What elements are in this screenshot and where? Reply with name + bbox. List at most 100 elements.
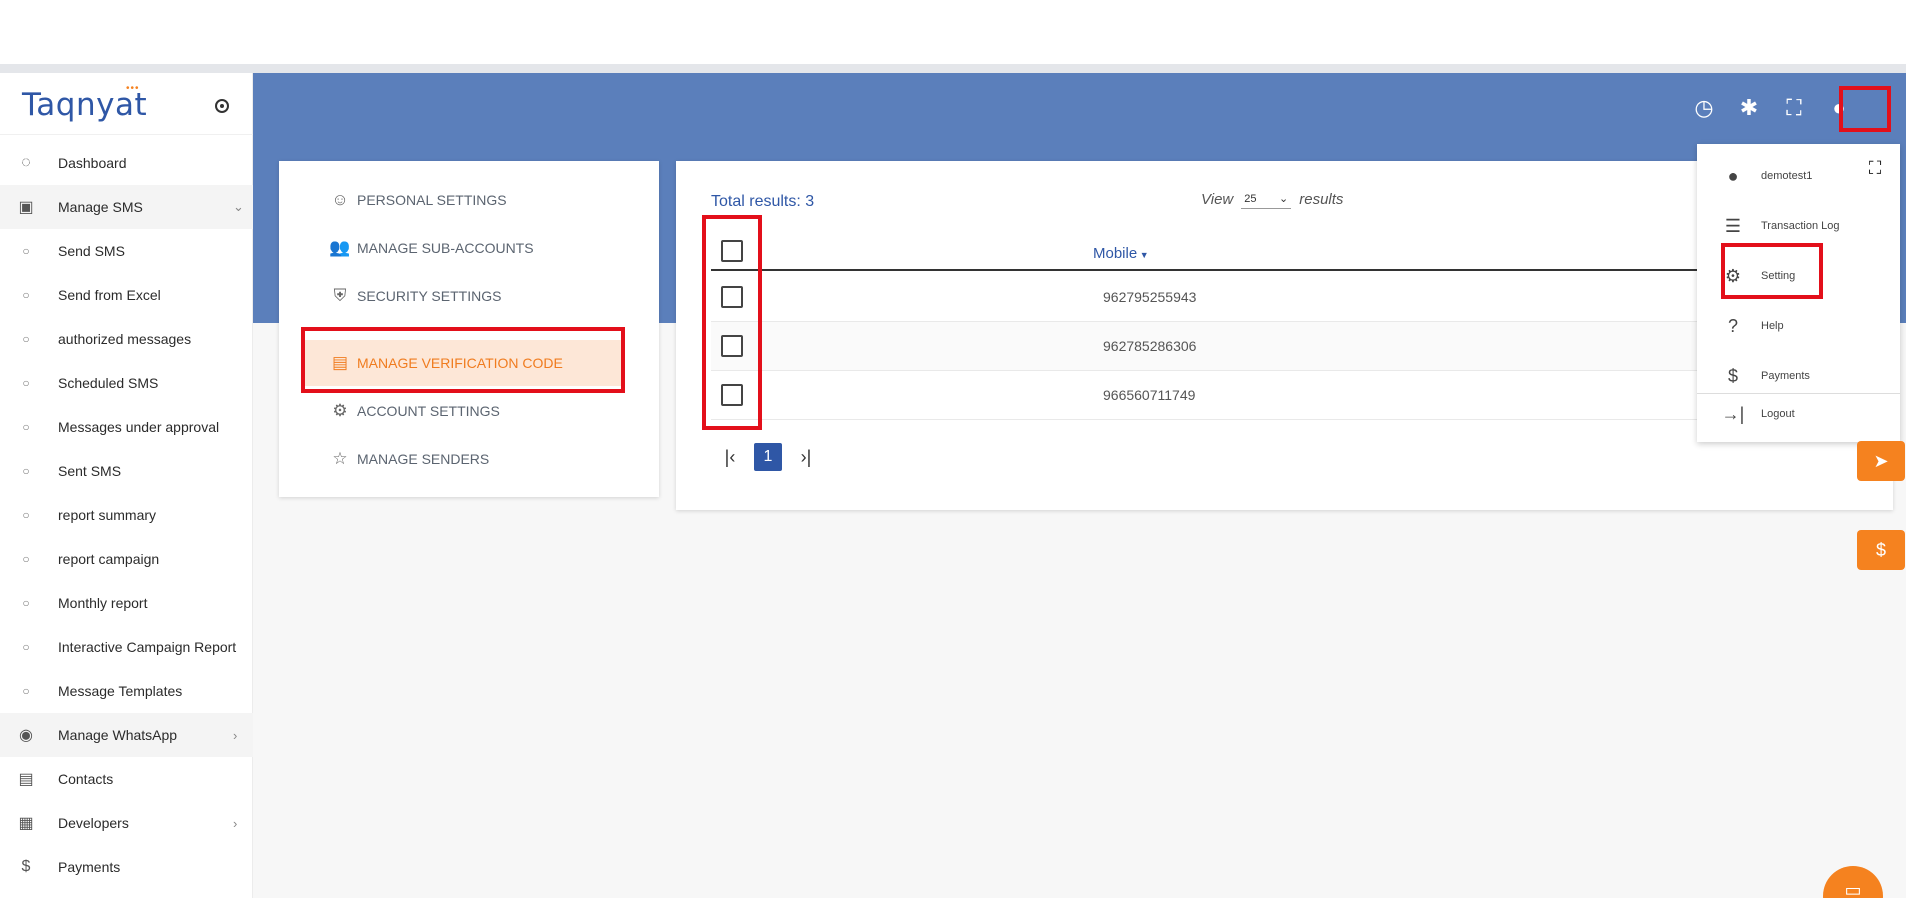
sidebar-item-report-campaign[interactable]: ○ report campaign (0, 537, 253, 581)
whatsapp-icon: ◉ (19, 727, 33, 744)
circle-icon: ○ (22, 244, 30, 258)
username-label: demotest1 (1761, 170, 1813, 182)
sidebar-item-monthly-report[interactable]: ○ Monthly report (0, 581, 253, 625)
logout-icon: →| (1721, 403, 1745, 424)
circle-icon: ○ (22, 288, 30, 302)
chevron-down-icon: ⌄ (1279, 193, 1289, 205)
mobile-cell: 962795255943 (1103, 289, 1197, 305)
chat-icon[interactable]: ▭ (1823, 866, 1883, 898)
highlight-checkbox-column (702, 215, 762, 430)
table-row: 966560711749 (711, 371, 1861, 420)
menu-item-label: Logout (1761, 408, 1795, 420)
table-row: 962785286306 (711, 322, 1861, 371)
menu-transaction-log[interactable]: ☰ Transaction Log (1721, 211, 1840, 241)
page-current[interactable]: 1 (754, 443, 782, 471)
sidebar-item-label: Dashboard (58, 155, 127, 171)
total-results: Total results: 3 (711, 193, 815, 210)
browser-top-area (0, 0, 1906, 73)
sidebar-item-contacts[interactable]: ▤ Contacts (0, 757, 253, 801)
menu-payments[interactable]: $ Payments (1721, 361, 1810, 391)
sidebar-item-label: Send SMS (58, 243, 125, 259)
highlight-manage-verification-code (301, 327, 625, 393)
sort-down-icon: ▼ (1137, 250, 1149, 260)
menu-item-label: MANAGE SENDERS (357, 451, 490, 467)
sidebar-item-send-sms[interactable]: ○ Send SMS (0, 229, 253, 273)
menu-item-label: Transaction Log (1761, 220, 1840, 232)
logo-row: Taqnyat ••• (0, 73, 253, 135)
dollar-icon: $ (1727, 365, 1738, 386)
mobile-cell: 962785286306 (1103, 338, 1197, 354)
sidebar-item-label: Scheduled SMS (58, 375, 159, 391)
sidebar-item-label: authorized messages (58, 331, 192, 347)
sidebar-item-message-templates[interactable]: ○ Message Templates (0, 669, 253, 713)
sidebar-item-label: Message Templates (58, 683, 183, 699)
sidebar-item-send-from-excel[interactable]: ○ Send from Excel (0, 273, 253, 317)
sidebar-item-label: Interactive Campaign Report (58, 639, 237, 655)
menu-account-settings[interactable]: ⚙ ACCOUNT SETTINGS (329, 396, 500, 426)
menu-logout[interactable]: →| Logout (1721, 399, 1795, 429)
contacts-icon: ▤ (18, 771, 34, 788)
sidebar-item-developers[interactable]: ▦ Developers › (0, 801, 253, 845)
highlight-account-icon (1839, 86, 1891, 132)
send-icon[interactable]: ➤ (1857, 441, 1905, 481)
sidebar-item-messages-under-approval[interactable]: ○ Messages under approval (0, 405, 253, 449)
sidebar-nav: ◌ Dashboard ▣ Manage SMS ⌄ ○ Send SMS ○ … (0, 141, 253, 889)
mobile-cell: 966560711749 (1103, 387, 1196, 403)
menu-manage-senders[interactable]: ☆ MANAGE SENDERS (329, 444, 489, 474)
face-icon: ☺ (331, 190, 349, 209)
chevron-right-icon: › (233, 727, 238, 743)
sidebar-item-manage-sms[interactable]: ▣ Manage SMS ⌄ (0, 185, 253, 229)
menu-security-settings[interactable]: ⛨ SECURITY SETTINGS (329, 281, 502, 311)
menu-manage-sub-accounts[interactable]: 👥 MANAGE SUB-ACCOUNTS (329, 233, 534, 263)
table-header: Mobile ▼ (711, 231, 1861, 271)
chevron-right-icon: › (233, 815, 238, 831)
sidebar-item-label: Payments (58, 859, 121, 875)
results-label: results (1299, 190, 1344, 208)
sidebar-item-payments[interactable]: $ Payments (0, 845, 253, 889)
sidebar-item-interactive-campaign-report[interactable]: ○ Interactive Campaign Report (0, 625, 253, 669)
sidebar-item-label: report summary (58, 507, 157, 523)
logo-dots: ••• (126, 83, 140, 94)
circle-icon: ○ (22, 552, 30, 566)
scan-icon[interactable]: ⛶ (1863, 156, 1887, 180)
menu-help[interactable]: ? Help (1721, 311, 1784, 341)
dollar-fab-icon[interactable]: $ (1857, 530, 1905, 570)
view-selector: View 25 ⌄ results (1201, 189, 1343, 209)
fullscreen-icon[interactable]: ⛶ (1775, 89, 1813, 127)
chevron-down-icon: ⌄ (233, 199, 244, 214)
uk-flag-icon[interactable]: ✱ (1730, 89, 1768, 127)
profile-username[interactable]: ● demotest1 (1721, 161, 1813, 191)
clock-icon[interactable]: ◷ (1685, 89, 1723, 127)
sidebar-item-scheduled-sms[interactable]: ○ Scheduled SMS (0, 361, 253, 405)
sidebar-item-label: Messages under approval (58, 419, 220, 435)
sidebar-pin-toggle[interactable] (215, 99, 229, 113)
last-page-icon[interactable]: ›| (792, 443, 820, 471)
menu-personal-settings[interactable]: ☺ PERSONAL SETTINGS (329, 185, 507, 215)
circle-icon: ○ (22, 420, 30, 434)
sidebar-item-label: Monthly report (58, 595, 148, 611)
column-mobile[interactable]: Mobile ▼ (1093, 245, 1149, 262)
menu-item-label: MANAGE SUB-ACCOUNTS (357, 240, 534, 256)
sidebar-item-label: Manage SMS (58, 199, 143, 215)
app-root: Taqnyat ••• ◌ Dashboard ▣ Manage SMS ⌄ ○… (0, 73, 1906, 898)
sidebar-item-report-summary[interactable]: ○ report summary (0, 493, 253, 537)
developers-icon: ▦ (18, 815, 34, 832)
dollar-icon: $ (21, 858, 31, 875)
top-divider (0, 64, 1906, 73)
menu-item-label: Payments (1761, 370, 1810, 382)
menu-item-label: PERSONAL SETTINGS (357, 192, 507, 208)
first-page-icon[interactable]: |‹ (716, 443, 744, 471)
page-size-value: 25 (1244, 192, 1257, 205)
sidebar-item-dashboard[interactable]: ◌ Dashboard (0, 141, 253, 185)
sidebar-item-authorized-messages[interactable]: ○ authorized messages (0, 317, 253, 361)
sidebar-item-manage-whatsapp[interactable]: ◉ Manage WhatsApp › (0, 713, 253, 757)
people-icon: 👥 (329, 238, 351, 257)
list-icon: ☰ (1724, 215, 1742, 236)
circle-icon: ○ (22, 508, 30, 522)
circle-icon: ○ (22, 640, 30, 654)
page-size-select[interactable]: 25 ⌄ (1241, 189, 1292, 209)
sidebar-item-sent-sms[interactable]: ○ Sent SMS (0, 449, 253, 493)
highlight-setting-item (1721, 243, 1823, 299)
help-icon: ? (1727, 315, 1738, 336)
circle-icon: ○ (22, 684, 30, 698)
